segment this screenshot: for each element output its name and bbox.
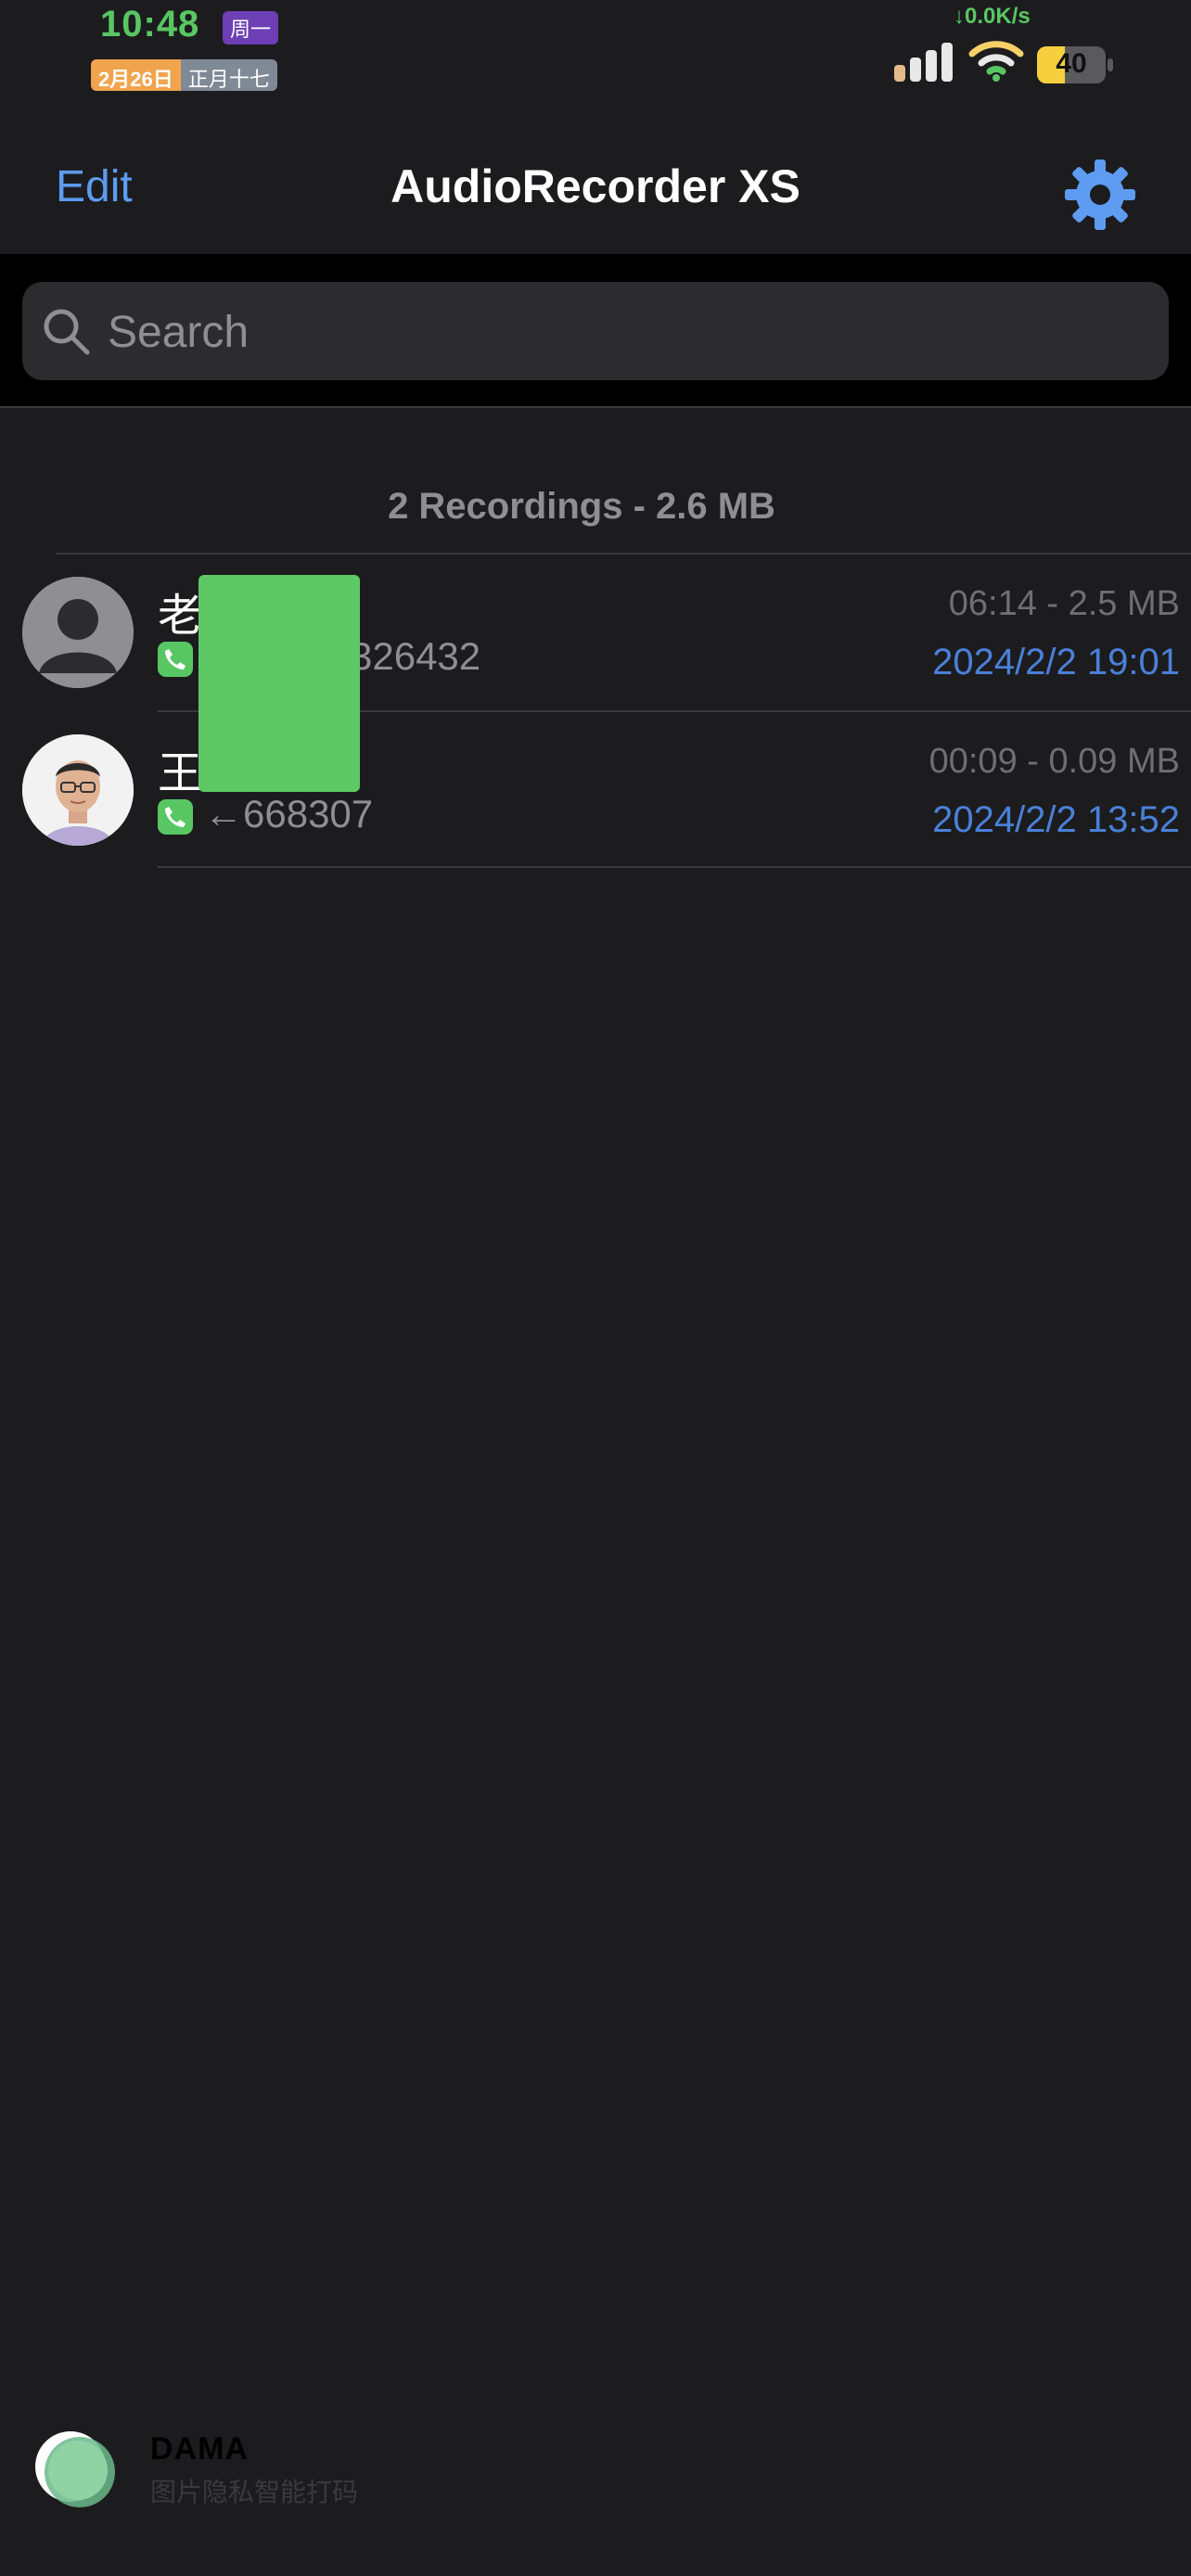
page-title: AudioRecorder XS	[391, 160, 800, 212]
search-section	[0, 254, 1191, 408]
header-divider	[0, 406, 1191, 408]
cellular-signal-icon	[894, 43, 953, 82]
status-date-lunar: 正月十七	[180, 59, 277, 91]
battery-nub	[1108, 58, 1113, 71]
avatar	[22, 577, 134, 688]
watermark-subtitle: 图片隐私智能打码	[150, 2478, 359, 2506]
portrait-photo	[22, 734, 134, 846]
status-net-speed: ↓0.0K/s	[954, 4, 1031, 29]
recording-row[interactable]: 王 ←668307 00:09 - 0.09 MB 2024/2/2 13:52	[0, 712, 1191, 868]
status-bar: 10:48 周一 2月26日 正月十七 ↓0.0K/s 40	[0, 0, 1191, 130]
search-field[interactable]	[22, 282, 1169, 382]
phone-icon	[158, 799, 193, 835]
status-weekday: 周一	[223, 11, 279, 45]
recordings-summary: 2 Recordings - 2.6 MB	[388, 486, 775, 527]
divider	[158, 866, 1191, 868]
recording-row[interactable]: 老 326432 06:14 - 2.5 MB 2024/2/2 19:01	[0, 555, 1191, 710]
status-time: 10:48	[100, 4, 200, 45]
battery-body: 40	[1037, 46, 1106, 83]
contact-number: ←668307	[204, 792, 374, 835]
phone-icon	[158, 642, 193, 677]
gear-icon[interactable]	[1063, 158, 1137, 232]
status-date-solar: 2月26日	[91, 59, 181, 91]
recording-datetime: 2024/2/2 19:01	[932, 642, 1180, 682]
default-person-avatar-icon	[22, 577, 134, 688]
contact-name: 王	[158, 749, 203, 798]
recording-duration-size: 06:14 - 2.5 MB	[948, 584, 1180, 623]
dama-logo-icon	[35, 2431, 115, 2507]
recording-datetime: 2024/2/2 13:52	[932, 799, 1180, 840]
navigation-bar: Edit AudioRecorder XS	[0, 130, 1191, 254]
status-date: 2月26日 正月十七	[91, 59, 277, 91]
contact-name: 老	[158, 592, 203, 641]
watermark-title: DAMA	[150, 2431, 249, 2467]
battery-indicator: 40	[1037, 46, 1115, 83]
battery-label: 40	[1056, 48, 1087, 79]
recording-duration-size: 00:09 - 0.09 MB	[928, 742, 1180, 781]
contact-number: 326432	[351, 634, 481, 678]
photo-avatar	[22, 734, 134, 846]
redaction-block	[198, 575, 360, 792]
search-icon	[44, 309, 90, 355]
wifi-icon	[968, 41, 1024, 82]
search-input[interactable]	[106, 282, 1148, 382]
